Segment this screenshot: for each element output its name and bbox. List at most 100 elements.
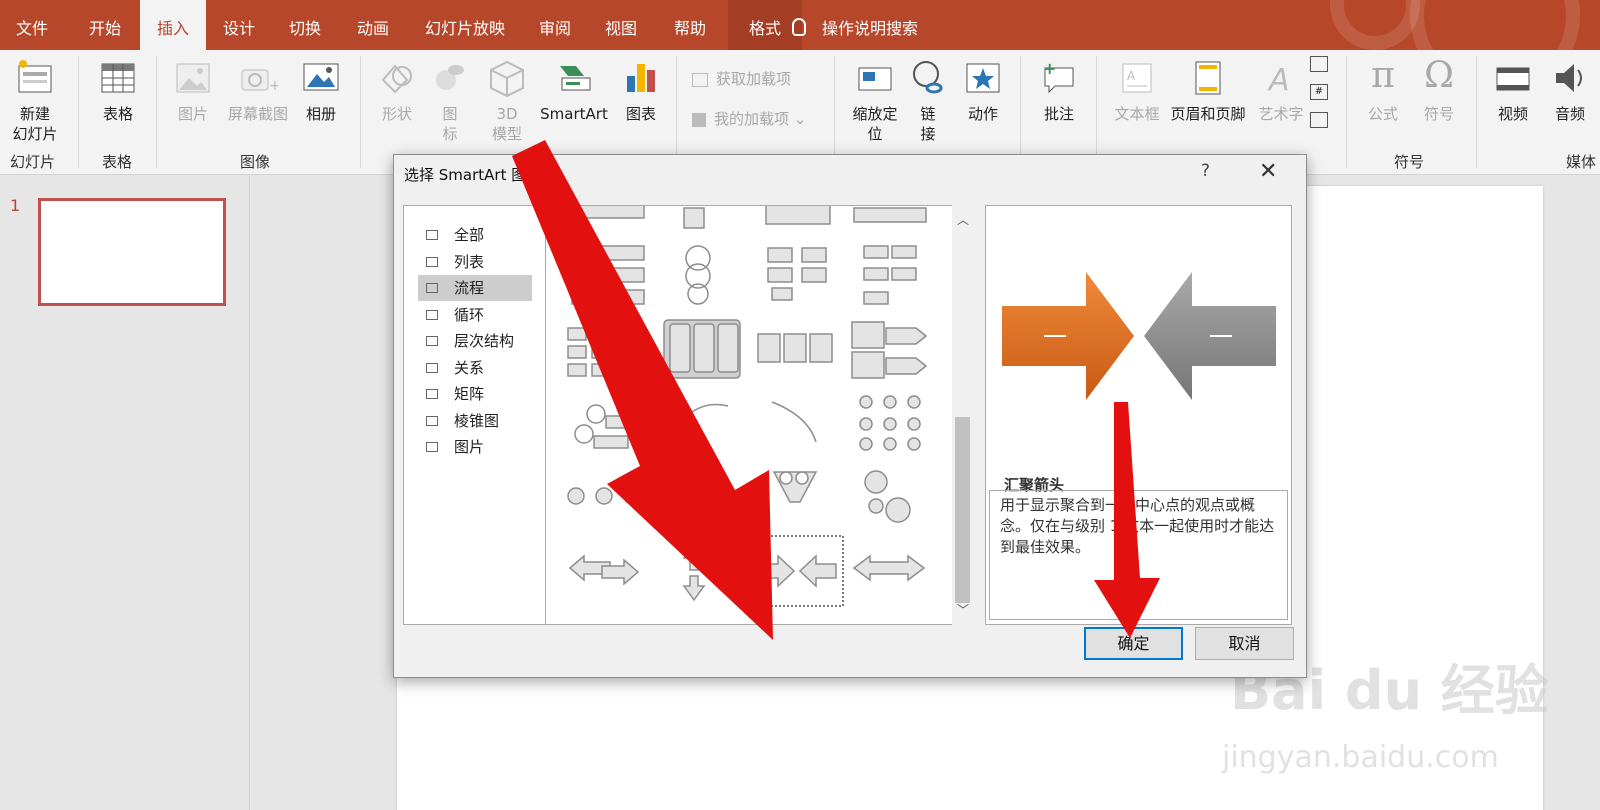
svg-text:+: + [269,78,278,94]
tab-6[interactable]: 幻灯片放映 [408,0,522,50]
layout-thumb[interactable] [853,207,927,223]
get-addins-button[interactable]: 获取加载项 [692,68,791,89]
category-item[interactable]: 关系 [418,355,532,381]
tab-1[interactable]: 开始 [72,0,138,50]
category-icon [426,230,438,240]
wordart-button[interactable]: A 艺术字 [1254,58,1308,124]
zoom-button[interactable]: 缩放定 位 [846,58,904,144]
layout-thumb[interactable] [574,404,641,449]
layout-thumb-selected[interactable] [750,535,844,607]
layout-thumb[interactable] [663,319,741,379]
tab-2[interactable]: 插入 [140,0,206,50]
tab-5[interactable]: 动画 [338,0,408,50]
layout-thumb[interactable] [682,542,706,602]
tell-me-search[interactable]: 操作说明搜索 [792,0,918,50]
layout-thumb[interactable] [757,333,833,363]
group-images-label: 图像 [240,153,271,171]
slide-thumbnail[interactable] [38,198,226,306]
equation-button[interactable]: π 公式 [1360,54,1406,124]
layout-description: 用于显示聚合到一个中心点的观点或概念。仅在与级别 1 文本一起使用时才能达到最佳… [989,490,1288,620]
layout-thumb[interactable] [765,206,831,225]
gallery-scrollbar[interactable]: ︿ ﹀ [952,205,973,625]
layout-thumb[interactable] [665,505,683,523]
table-button[interactable]: 表格 [92,58,144,124]
header-footer-button[interactable]: 页眉和页脚 [1166,58,1250,124]
layout-thumb[interactable] [859,395,921,451]
smartart-button[interactable]: SmartArt [538,58,610,124]
category-label: 流程 [454,279,485,297]
comment-button[interactable]: + 批注 [1034,58,1084,124]
link-button[interactable]: 链 接 [906,58,950,144]
layout-thumb[interactable] [571,245,645,305]
textbox-button[interactable]: A 文本框 [1108,58,1166,124]
picture-button[interactable]: 图片 [168,58,218,124]
icons-button[interactable]: 图 标 [430,58,470,144]
title-decoration [1330,0,1420,50]
new-slide-button[interactable]: 新建 幻灯片 [4,58,66,144]
object-icon[interactable] [1310,112,1328,128]
layout-thumb[interactable] [685,245,711,305]
date-time-icon[interactable] [1310,56,1328,72]
layout-thumb[interactable] [567,327,611,377]
help-button[interactable]: ? [1201,161,1210,181]
chart-button[interactable]: 图表 [618,58,664,124]
separator [834,56,835,168]
zoom-icon [858,67,892,91]
layout-thumb[interactable] [767,247,827,301]
slide-number-icon[interactable]: # [1310,84,1328,100]
3d-models-button[interactable]: 3D 模型 [484,58,530,144]
category-icon [426,415,438,426]
tab-8[interactable]: 视图 [588,0,654,50]
video-button[interactable]: 视频 [1490,58,1536,124]
category-item[interactable]: 循环 [418,302,532,328]
category-item[interactable]: 流程 [418,275,532,301]
layout-thumb[interactable] [772,471,818,503]
action-button[interactable]: 动作 [958,58,1008,124]
category-icon [426,336,438,346]
layout-thumb[interactable] [864,470,911,523]
ok-button[interactable]: 确定 [1084,627,1183,660]
category-item[interactable]: 全部 [418,222,532,248]
layout-thumb[interactable] [683,207,705,229]
layout-thumb[interactable] [771,401,817,443]
close-button[interactable]: ✕ [1259,159,1277,184]
scroll-up-icon[interactable]: ︿ [957,211,969,228]
category-list: 全部 列表流程循环 层次结构 关系矩阵棱锥图图片 [403,205,546,625]
shapes-button[interactable]: 形状 [374,58,420,124]
category-icon [426,442,438,452]
category-label: 矩阵 [454,385,485,403]
scroll-down-icon[interactable]: ﹀ [957,601,969,618]
category-item[interactable]: 棱锥图 [418,408,532,434]
layout-thumb[interactable] [863,245,917,305]
layout-thumb[interactable] [567,487,641,505]
layout-thumb[interactable] [671,403,729,433]
tab-0[interactable]: 文件 [0,0,64,50]
tab-4[interactable]: 切换 [272,0,338,50]
screenshot-button[interactable]: + 屏幕截图 [222,58,294,124]
group-tables-label: 表格 [102,153,133,171]
audio-button[interactable]: 音频 [1546,58,1594,124]
pi-icon: π [1371,55,1395,96]
layout-thumb[interactable] [571,206,645,219]
separator [156,56,157,168]
layout-thumb[interactable] [852,554,926,582]
separator [1096,56,1097,168]
category-item[interactable]: 图片 [418,434,532,460]
layout-thumb[interactable] [568,554,640,586]
separator [676,56,677,168]
tab-7[interactable]: 审阅 [522,0,588,50]
comment-icon: + [1043,59,1074,94]
my-addins-button[interactable]: 我的加载项 ⌄ [692,108,806,129]
symbol-button[interactable]: Ω 符号 [1416,54,1462,124]
category-item[interactable]: 层次结构 [418,328,532,354]
photo-album-button[interactable]: 相册 [296,58,346,124]
cancel-button[interactable]: 取消 [1195,627,1294,660]
tab-9[interactable]: 帮助 [654,0,726,50]
category-item[interactable]: 矩阵 [418,381,532,407]
category-item[interactable]: 列表 [418,249,532,275]
layout-thumb[interactable] [851,321,928,379]
tab-3[interactable]: 设计 [206,0,272,50]
scroll-thumb[interactable] [955,417,970,603]
category-label: 图片 [454,438,485,456]
tab-10[interactable]: 格式 [728,0,802,50]
